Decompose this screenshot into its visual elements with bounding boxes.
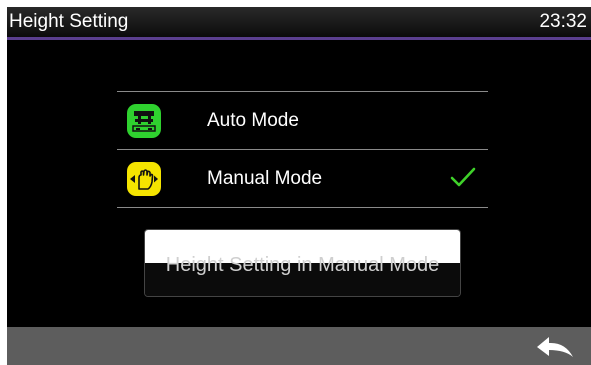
bottom-bar (7, 327, 591, 365)
clock: 23:32 (539, 11, 587, 32)
title-bar: Height Setting 23:32 (7, 7, 591, 40)
manual-mode-icon (127, 162, 161, 196)
check-icon (450, 167, 476, 187)
back-arrow-icon[interactable] (535, 333, 575, 359)
height-setting-manual-label: Height Setting in Manual Mode (165, 254, 440, 276)
mode-list: Auto Mode Manual Mode (117, 91, 488, 208)
page-title: Height Setting (9, 11, 129, 32)
divider (117, 207, 488, 208)
auto-mode-icon (127, 104, 161, 138)
height-setting-manual-button[interactable]: Height Setting in Manual Mode (144, 229, 461, 297)
device-screen: Height Setting 23:32 Auto Mode Manual Mo… (7, 7, 591, 365)
auto-mode-option[interactable]: Auto Mode (117, 92, 488, 149)
manual-mode-option[interactable]: Manual Mode (117, 150, 488, 207)
auto-mode-label: Auto Mode (207, 110, 299, 131)
manual-mode-label: Manual Mode (207, 168, 323, 189)
